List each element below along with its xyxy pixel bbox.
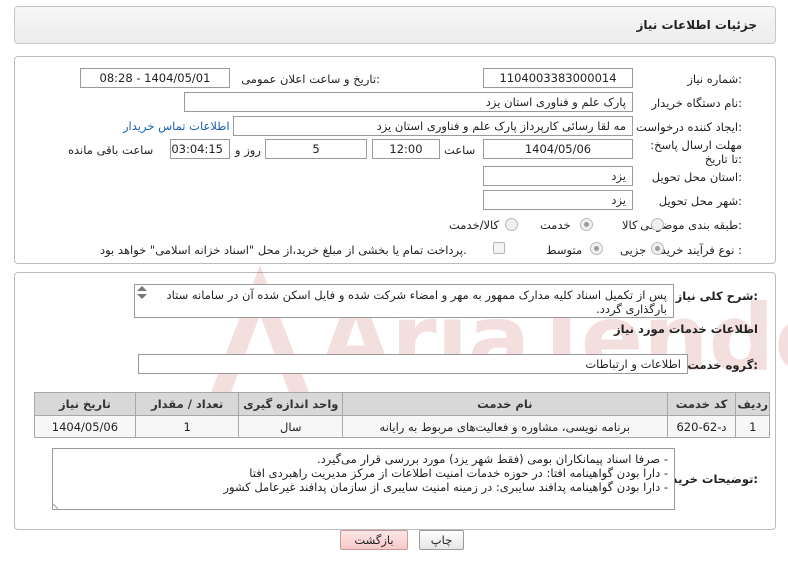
remaining-time-label: ساعت باقی مانده [68,143,154,157]
service-group-field[interactable]: اطلاعات و ارتباطات [138,354,688,374]
days-field[interactable]: 5 [265,139,367,159]
deadline-time-field[interactable]: 12:00 [372,139,440,159]
col-date-header: تاریخ نیاز [34,392,136,416]
deadline-time-label: ساعت [444,143,476,157]
buyer-notes-label: توضیحات خریدار: [660,472,758,486]
buyer-note-line: - صرفا اسناد پیمانکاران بومی (فقط شهر یز… [316,452,668,466]
city-label: شهر محل تحویل: [658,194,742,208]
cell-service-code: د-62-620 [666,415,737,438]
service-group-label: گروه خدمت: [687,358,758,372]
announce-datetime-label: تاریخ و ساعت اعلان عمومی: [241,72,380,86]
province-field[interactable]: یزد [483,166,633,186]
process-option-minor: جزیی [620,243,647,257]
city-field[interactable]: یزد [483,190,633,210]
buyer-note-line: - دارا بودن گواهینامه پدافند سایبری: در … [223,480,668,494]
need-number-field[interactable]: 1104003383000014 [483,68,633,88]
services-table: ردیف کد خدمت نام خدمت واحد اندازه گیری ت… [34,392,770,438]
summary-scroll-up-icon[interactable] [137,286,147,291]
category-option-service: خدمت [540,218,571,232]
deadline-label: مهلت ارسال پاسخ: تا تاریخ: [650,138,742,166]
print-button[interactable]: چاپ [419,530,464,550]
category-radio-service[interactable] [580,218,593,231]
buyer-org-field[interactable]: پارک علم و فناوری استان یزد [184,92,633,112]
cell-quantity: 1 [134,415,240,438]
need-summary-label: شرح کلی نیاز: [675,289,758,303]
days-label: روز و [235,143,261,157]
category-option-goods: کالا [622,218,638,232]
table-row: 1 د-62-620 برنامه نویسی، مشاوره و فعالیت… [34,415,770,438]
buyer-note-line: - دارا بودن گواهینامه افتا: در حوزه خدما… [249,466,668,480]
category-radio-goods[interactable] [651,218,664,231]
deadline-date-field[interactable]: 1404/05/06 [483,139,633,159]
process-option-medium: متوسط [546,243,583,257]
need-summary-textarea[interactable]: پس از تکمیل اسناد کلیه مدارک ممهور به مه… [134,284,674,318]
remaining-time-field[interactable]: 03:04:15 [170,139,230,159]
page-title: جزئیات اطلاعات نیاز [636,18,757,32]
buyer-contact-link[interactable]: اطلاعات تماس خریدار [123,119,230,133]
cell-service-name: برنامه نویسی، مشاوره و فعالیت‌های مربوط … [342,415,668,438]
category-option-goods-service: کالا/خدمت [449,218,500,232]
col-code-header: کد خدمت [666,392,737,416]
requester-field[interactable]: مه لقا رسائی کارپرداز پارک علم و فناوری … [233,116,633,136]
col-unit-header: واحد اندازه گیری [238,392,344,416]
process-radio-medium[interactable] [590,242,603,255]
need-summary-text: پس از تکمیل اسناد کلیه مدارک ممهور به مه… [166,288,667,316]
cell-unit: سال [238,415,344,438]
page-header: جزئیات اطلاعات نیاز [14,6,776,44]
requester-label: ایجاد کننده درخواست: [636,120,742,134]
services-table-header: ردیف کد خدمت نام خدمت واحد اندازه گیری ت… [34,392,770,416]
buyer-org-label: نام دستگاه خریدار: [651,96,742,110]
process-radio-minor[interactable] [651,242,664,255]
treasury-payment-checkbox[interactable] [493,242,505,254]
services-section-title: اطلاعات خدمات مورد نیاز [614,322,758,336]
treasury-payment-note: پرداخت تمام یا بخشی از مبلغ خرید،از محل … [100,243,467,257]
buyer-notes-textarea[interactable]: - صرفا اسناد پیمانکاران بومی (فقط شهر یز… [52,448,675,510]
services-table-wrapper: ردیف کد خدمت نام خدمت واحد اندازه گیری ت… [34,392,770,438]
summary-scroll-down-icon[interactable] [137,294,147,299]
need-number-label: شماره نیاز: [687,72,742,86]
cell-need-date: 1404/05/06 [34,415,136,438]
col-qty-header: تعداد / مقدار [134,392,240,416]
back-button[interactable]: بازگشت [340,530,408,550]
province-label: استان محل تحویل: [651,170,742,184]
col-row-header: ردیف [735,392,770,416]
cell-row-number: 1 [735,415,770,438]
process-type-label: نوع فرآیند خرید : [660,243,742,257]
announce-datetime-field[interactable]: 1404/05/01 - 08:28 [80,68,230,88]
col-name-header: نام خدمت [342,392,668,416]
category-radio-goods-service[interactable] [505,218,518,231]
